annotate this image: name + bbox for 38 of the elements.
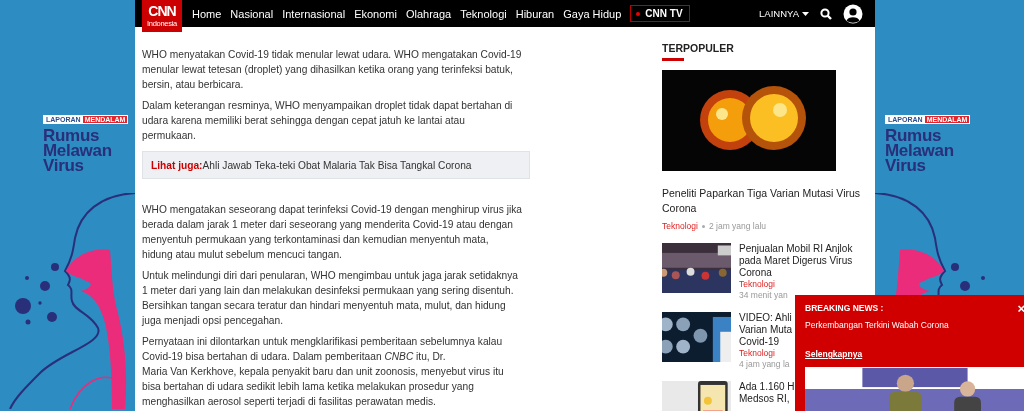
article-paragraph: Dalam keterangan resminya, WHO menyampaikan droplet tidak dapat bertahan di udara karena memiliki berat sehingga dengan cepat jatuh ke lantai atau permukaan. [142, 99, 514, 143]
article-title[interactable]: Ada 1.160 H Medsos RI, [739, 381, 795, 405]
ad-title: Rumus Melawan Virus [885, 128, 955, 173]
nav-link[interactable]: Nasional [230, 7, 274, 20]
related-link[interactable]: Ahli Jawab Teka-teki Obat Malaria Tak Bisa Tangkal Corona [202, 159, 472, 171]
caret-icon [802, 11, 809, 16]
live-tv-link[interactable]: CNN TV [630, 5, 690, 22]
article-title[interactable]: Penjualan Mobil RI Anjlok pada Maret Digerus Virus Corona [739, 243, 853, 279]
more-menu[interactable]: LAINNYA [759, 8, 809, 19]
category-link[interactable]: Teknologi [662, 221, 698, 232]
nav-link[interactable]: Olahraga [405, 7, 452, 20]
article-paragraph: WHO menyatakan Covid-19 tidak menular lewat udara. WHO mengatakan Covid-19 menular lewat tetesan (droplet) yang dihasilkan ketika orang yang terinfeksi batuk, bersin, atau berbicara. [142, 48, 523, 92]
user-avatar-icon[interactable] [843, 3, 863, 24]
nav-link[interactable]: Teknologi [460, 7, 507, 20]
timestamp: 2 jam yang lalu [708, 221, 767, 232]
nav-link[interactable]: Internasional [282, 7, 346, 20]
nav-link[interactable]: Home [192, 7, 222, 20]
popup-label: BREAKING NEWS : [805, 303, 884, 313]
nav-link[interactable]: Gaya Hidup [563, 7, 622, 20]
close-button[interactable]: × [1017, 301, 1024, 316]
article-title[interactable]: VIDEO: Ahli Varian Muta Covid-19 [739, 312, 793, 348]
category-link[interactable]: Teknologi [739, 279, 853, 290]
nav-link[interactable]: Ekonomi [354, 7, 397, 20]
ad-title: Rumus Melawan Virus [43, 128, 113, 173]
article-paragraph: Pernyataan ini dilontarkan untuk mengklarifikasi pemberitaan sebelumnya kalau Covid-19 bisa bertahan di udara. Dalam pemberitaan CNBC itu, Dr. Maria Van Kerkhove, kepala penyakit baru dan unit zoonosis, menyebut virus itu bisa bertahan di udara sedikit lebih lama ketika melakukan prosedur yang menghasilkan aerosol seperti terjadi di fasilitas perawatan medis. [142, 335, 505, 409]
logo-text: CNN [148, 4, 176, 19]
article-paragraph: WHO mengatakan seseorang dapat terinfeksi Covid-19 dengan menghirup virus jika berada dalam jarak 1 meter dari seseorang yang menderita Covid-19 atau dengan menyentuh permukaan yang terkontaminasi dan kemudian menyentuh mata, hidung atau mulut sebelum mencuci tangan. [142, 203, 523, 262]
search-icon[interactable] [820, 7, 832, 20]
popup-headline: Perkembangan Terkini Wabah Corona [805, 320, 949, 330]
read-more-link[interactable]: Selengkapnya [805, 349, 863, 359]
nav-link[interactable]: Hiburan [515, 7, 555, 20]
article-paragraph: Untuk melindungi diri dari penularan, WHO mengimbau untuk jaga jarak setidaknya 1 meter dari yang lain dan melakukan desinfeksi permukaan yang sering disentuh. Bersihkan tangan secara teratur dan hindari menyentuh mata, mulut, dan hidung juga menjadi opsi pencegahan. [142, 269, 519, 328]
section-heading: TERPOPULER [662, 42, 735, 54]
related-label: Lihat juga: [151, 159, 203, 171]
article-title[interactable]: Peneliti Paparkan Tiga Varian Mutasi Virus Corona [662, 186, 867, 216]
category-link[interactable]: Teknologi [739, 348, 793, 359]
timestamp: 4 jam yang la [739, 359, 791, 370]
timestamp: 34 menit yan [739, 290, 789, 301]
